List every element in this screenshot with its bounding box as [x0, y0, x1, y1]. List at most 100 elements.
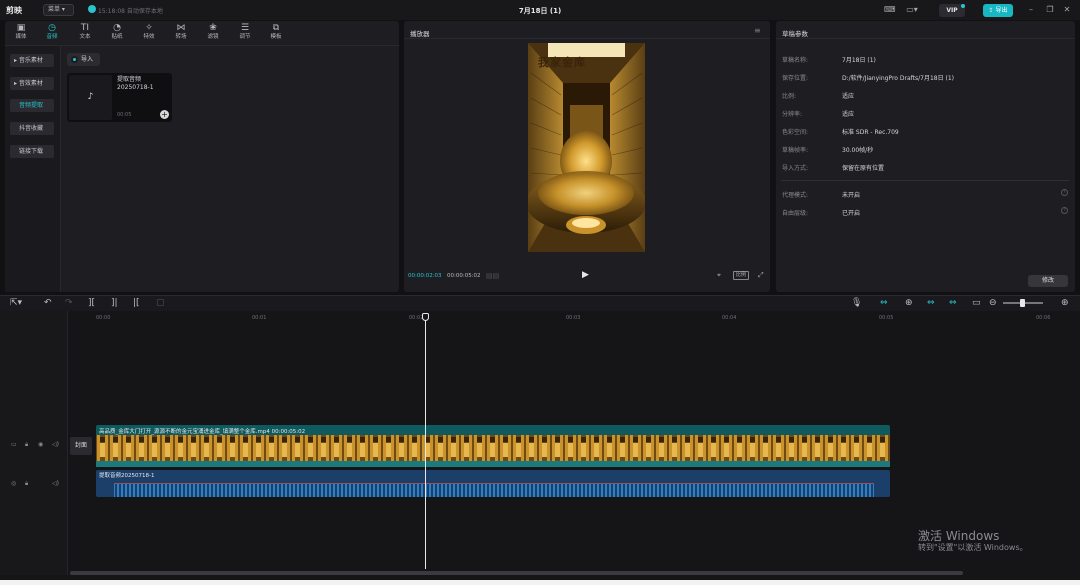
auto-snap-icon[interactable]: ⊕: [905, 298, 913, 308]
vault-scene: [528, 43, 645, 252]
sidebar-item-sound-effects[interactable]: ▸ 音效素材: [10, 77, 54, 90]
eye-icon[interactable]: ◉: [38, 441, 43, 448]
ruler-tick-label: 00:03: [566, 315, 581, 321]
param-value-free-layer: 已开启: [842, 210, 861, 217]
params-title: 草稿参数: [782, 30, 808, 38]
fullscreen-icon[interactable]: ⤢: [758, 271, 764, 280]
adjust-icon: ☰: [240, 23, 250, 33]
main-track-magnet-icon[interactable]: ⇔: [880, 298, 888, 308]
effects-icon: ✧: [145, 23, 153, 33]
param-label: 草稿帧率:: [782, 147, 809, 154]
undo-icon[interactable]: ↶: [44, 298, 52, 308]
param-value-ratio: 适应: [842, 93, 855, 100]
sidebar-item-music[interactable]: ▸ 音乐素材: [10, 54, 54, 67]
mute-icon[interactable]: ◁): [52, 480, 59, 487]
tab-template[interactable]: ⧉ 模板: [263, 23, 289, 43]
linkage-icon[interactable]: ⇔: [927, 298, 935, 308]
sidebar-item-link-download[interactable]: 链接下载: [10, 145, 54, 158]
help-icon[interactable]: ?: [1061, 207, 1068, 214]
help-icon[interactable]: ?: [1061, 189, 1068, 196]
ruler-tick-label: 00:06: [1036, 315, 1051, 321]
param-value-proxy-mode: 未开启: [842, 192, 861, 199]
tiktok-music-icon: ♪: [69, 75, 112, 120]
import-icon: [71, 56, 78, 63]
ruler-tick-label: 00:00: [96, 315, 111, 321]
play-icon[interactable]: ▶: [582, 270, 589, 280]
tab-audio[interactable]: ◷ 音频: [39, 23, 65, 43]
player-title: 播放器: [410, 30, 430, 38]
param-value-color-space: 标准 SDR - Rec.709: [842, 129, 899, 136]
zoom-in-icon[interactable]: ⊕: [1061, 298, 1069, 308]
params-divider: [781, 180, 1069, 181]
tab-media[interactable]: ▣ 媒体: [8, 23, 34, 43]
playhead[interactable]: [425, 319, 426, 569]
tab-adjust[interactable]: ☰ 调节: [232, 23, 258, 43]
microphone-icon[interactable]: 🎙: [851, 298, 862, 308]
ruler-tick-label: 00:01: [252, 315, 267, 321]
keyboard-icon[interactable]: ⌨: [884, 5, 896, 15]
layout-icon[interactable]: ▭▾: [903, 5, 921, 15]
redo-icon[interactable]: ↷: [65, 298, 73, 308]
param-value-save-location: D:/软件/JianyingPro Drafts/7月18日 (1): [842, 75, 954, 82]
zoom-slider-knob[interactable]: [1020, 299, 1025, 307]
sidebar-item-audio-extract[interactable]: 音频提取: [10, 99, 54, 112]
tab-transition[interactable]: ⋈ 转场: [168, 23, 194, 43]
modify-button[interactable]: 修改: [1028, 275, 1068, 287]
restore-icon[interactable]: ❐: [1046, 5, 1054, 15]
timeline-scrollbar[interactable]: [70, 571, 963, 575]
fit-screen-icon[interactable]: ⌖: [717, 271, 721, 280]
windows-activation-hint: 转到"设置"以激活 Windows。: [918, 543, 1028, 552]
param-label: 色彩空间:: [782, 129, 809, 136]
video-overlay-text: 我家金库: [538, 56, 586, 69]
video-track-icon: ▭: [11, 441, 17, 448]
media-icon: ▣: [16, 23, 26, 33]
vip-badge-dot: [961, 4, 965, 8]
preview-axis-icon[interactable]: ⇔: [949, 298, 957, 308]
playhead-handle[interactable]: [422, 313, 429, 321]
audio-waveform: [96, 478, 890, 497]
tab-effects[interactable]: ✧ 特效: [136, 23, 162, 43]
cover-button[interactable]: 封面: [70, 437, 92, 455]
audio-track-icon: ◎: [11, 480, 17, 487]
timecode-total: 00:00:05:02: [447, 273, 481, 279]
export-button[interactable]: ⇪ 导出: [983, 4, 1013, 17]
lock-icon[interactable]: 🔒︎: [25, 441, 28, 449]
split-icon[interactable]: ][: [88, 298, 95, 308]
media-item-duration: 00:05: [117, 112, 132, 118]
tab-text[interactable]: TI 文本: [72, 23, 98, 43]
transition-icon: ⋈: [176, 23, 186, 33]
media-item-name: 提取音频20250718-1: [117, 76, 154, 91]
sidebar-item-douyin-favorites[interactable]: 抖音收藏: [10, 122, 54, 135]
minimize-icon[interactable]: –: [1027, 5, 1035, 15]
video-clip-label: 高品质_金库大门打开_源源不断的金元宝涌进金库_填满整个金库.mp4 00:00…: [99, 429, 306, 435]
video-clip-footer: [96, 461, 890, 467]
lock-icon[interactable]: 🔒︎: [25, 480, 28, 488]
param-value-import-mode: 保留在原有位置: [842, 165, 885, 172]
grid-view-icon[interactable]: ▤▤: [486, 272, 499, 280]
param-label: 导入方式:: [782, 165, 809, 172]
delete-right-icon[interactable]: |[: [133, 298, 140, 308]
add-to-timeline-icon[interactable]: +: [160, 110, 169, 119]
delete-icon[interactable]: ▢: [156, 298, 165, 308]
timecode-current: 00:00:02:03: [408, 273, 442, 279]
param-value-frame-rate: 30.00帧/秒: [842, 147, 874, 154]
param-label: 保存位置:: [782, 75, 809, 82]
subtitle-icon[interactable]: ▭: [972, 298, 981, 308]
tab-sticker[interactable]: ◔ 贴纸: [104, 23, 130, 43]
param-label: 比例:: [782, 93, 797, 100]
ruler-tick-label: 00:05: [879, 315, 894, 321]
ratio-button[interactable]: 比例: [733, 271, 749, 280]
audio-icon: ◷: [48, 23, 56, 33]
mute-icon[interactable]: ◁): [52, 441, 59, 448]
param-value-draft-name: 7月18日 (1): [842, 57, 876, 64]
param-value-resolution: 适应: [842, 111, 855, 118]
close-icon[interactable]: ✕: [1063, 5, 1071, 15]
taskbar-edge: [0, 580, 1080, 585]
export-label: 导出: [995, 7, 1008, 14]
delete-left-icon[interactable]: ]|: [111, 298, 118, 308]
player-menu-icon[interactable]: ≡: [754, 26, 761, 35]
select-tool-icon[interactable]: ⇱▾: [10, 298, 22, 308]
text-icon: TI: [80, 23, 90, 33]
zoom-out-icon[interactable]: ⊖: [989, 298, 997, 308]
tab-filter[interactable]: ❀ 滤镜: [200, 23, 226, 43]
